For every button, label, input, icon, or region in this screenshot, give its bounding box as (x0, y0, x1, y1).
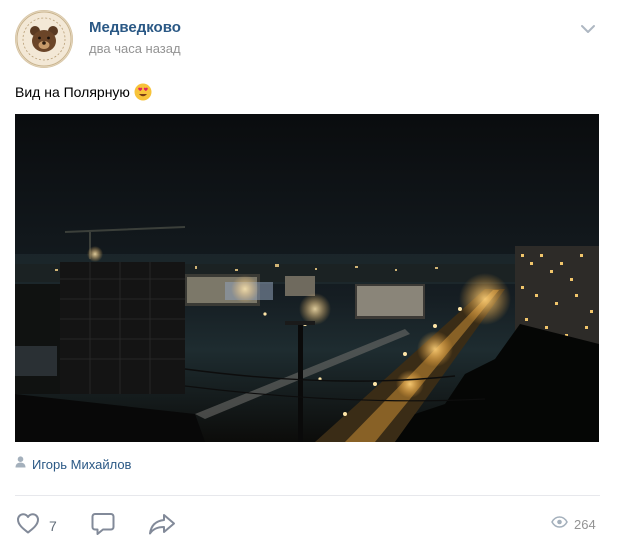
share-button[interactable] (147, 511, 177, 542)
heart-icon (15, 511, 41, 540)
signature-author[interactable]: Игорь Михайлов (32, 457, 131, 472)
views-count: 264 (574, 516, 596, 532)
user-icon (15, 455, 26, 473)
post-photo[interactable] (15, 114, 599, 442)
divider (15, 495, 600, 496)
wall-post: Медведково два часа назад Вид на Полярну… (0, 0, 620, 542)
night-city-photo (15, 114, 599, 442)
comment-button[interactable] (90, 511, 116, 542)
bear-logo-icon (16, 11, 72, 67)
chevron-down-icon[interactable] (578, 21, 598, 37)
community-avatar[interactable] (15, 10, 73, 68)
views-counter: 264 (551, 515, 596, 533)
post-time[interactable]: два часа назад (89, 41, 181, 56)
post-text-content: Вид на Полярную (15, 84, 130, 100)
like-count: 7 (49, 517, 57, 534)
comment-icon (90, 511, 116, 542)
author-name[interactable]: Медведково (89, 19, 181, 36)
eye-icon (551, 515, 568, 533)
like-button[interactable]: 7 (15, 511, 57, 540)
heart-eyes-emoji-icon (134, 83, 152, 101)
share-icon (147, 511, 177, 542)
post-text: Вид на Полярную (15, 83, 152, 101)
post-signature[interactable]: Игорь Михайлов (15, 455, 131, 473)
